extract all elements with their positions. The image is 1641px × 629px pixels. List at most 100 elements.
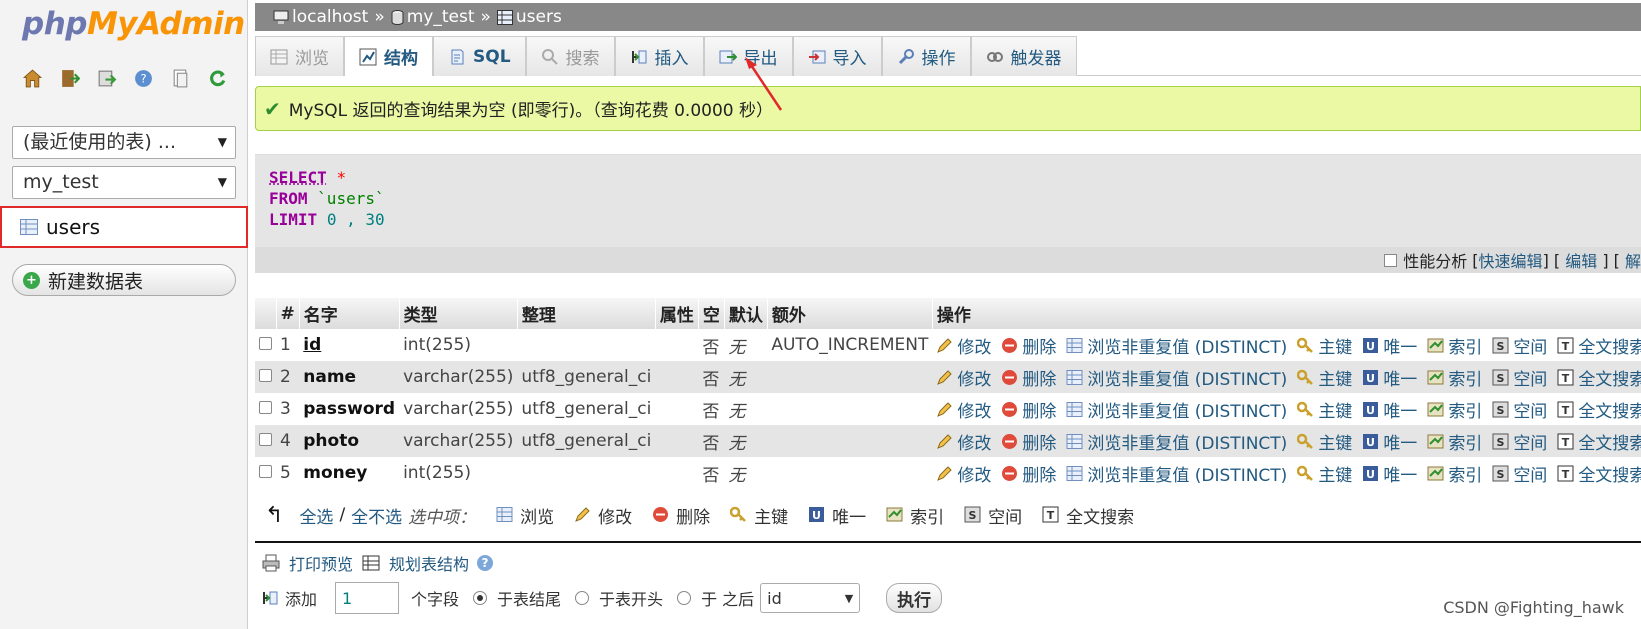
breadcrumb-table[interactable]: users	[496, 7, 562, 27]
tab-triggers[interactable]: 触发器	[970, 36, 1077, 76]
breadcrumb-database[interactable]: my_test	[391, 7, 475, 27]
at-end-radio[interactable]	[473, 591, 488, 605]
header-null[interactable]: 空	[698, 298, 725, 329]
after-column-select[interactable]: id ▼	[760, 583, 861, 613]
action-index[interactable]: 索引	[1427, 397, 1482, 422]
action-unique[interactable]: U 唯一	[1362, 333, 1417, 358]
reload-icon[interactable]	[205, 66, 229, 90]
action-fulltext[interactable]: T 全文搜索	[1557, 461, 1641, 486]
spatial-icon: S	[1492, 433, 1509, 450]
action-browse-distinct[interactable]: 浏览非重复值 (DISTINCT)	[1066, 397, 1287, 422]
action-unique[interactable]: U 唯一	[1362, 397, 1417, 422]
action-unique[interactable]: U 唯一	[1362, 365, 1417, 390]
action-change[interactable]: 修改	[936, 333, 991, 358]
action-spatial[interactable]: S 空间	[1492, 429, 1547, 454]
at-beginning-radio[interactable]	[575, 591, 590, 605]
action-primary[interactable]: 主键	[1297, 333, 1352, 358]
action-fulltext[interactable]: T 全文搜索	[1557, 333, 1641, 358]
exit-icon[interactable]	[57, 66, 81, 90]
action-fulltext[interactable]: T 全文搜索	[1557, 365, 1641, 390]
action-drop[interactable]: 删除	[1001, 365, 1056, 390]
home-icon[interactable]	[20, 66, 44, 90]
action-drop[interactable]: 删除	[1001, 397, 1056, 422]
action-drop[interactable]: 删除	[1001, 333, 1056, 358]
action-fulltext[interactable]: T 全文搜索	[1557, 397, 1641, 422]
after-column-radio[interactable]	[677, 591, 692, 605]
row-checkbox[interactable]	[259, 369, 272, 382]
docs-icon[interactable]	[168, 66, 192, 90]
profiling-checkbox[interactable]	[1384, 253, 1398, 267]
action-primary[interactable]: 主键	[1297, 397, 1352, 422]
action-browse-distinct[interactable]: 浏览非重复值 (DISTINCT)	[1066, 461, 1287, 486]
header-collation[interactable]: 整理	[517, 298, 656, 329]
plus-icon: +	[23, 271, 40, 289]
bulk-index-button[interactable]: 索引	[886, 503, 944, 528]
action-unique[interactable]: U 唯一	[1362, 429, 1417, 454]
action-fulltext[interactable]: T 全文搜索	[1557, 429, 1641, 454]
action-drop[interactable]: 删除	[1001, 461, 1056, 486]
uncheck-all-link[interactable]: 全不选	[351, 503, 402, 528]
bulk-unique-button[interactable]: U 唯一	[808, 503, 866, 528]
action-primary[interactable]: 主键	[1297, 429, 1352, 454]
phpmyadmin-logo[interactable]: phpMyAdmin	[22, 6, 245, 42]
tab-structure[interactable]: 结构	[344, 36, 433, 76]
sql-icon	[448, 48, 466, 66]
row-checkbox[interactable]	[259, 337, 272, 350]
action-change[interactable]: 修改	[936, 429, 991, 454]
explain-link[interactable]: 解	[1625, 248, 1641, 272]
sql-query-icon[interactable]	[94, 66, 118, 90]
database-select[interactable]: my_test ▼	[12, 166, 236, 199]
action-drop[interactable]: 删除	[1001, 429, 1056, 454]
tab-insert[interactable]: 插入	[614, 36, 704, 76]
go-button[interactable]: 执行	[886, 583, 943, 613]
breadcrumb-server[interactable]: localhost	[273, 7, 368, 27]
action-primary[interactable]: 主键	[1297, 461, 1352, 486]
recent-tables-select[interactable]: (最近使用的表) ... ▼	[12, 126, 236, 159]
tab-import[interactable]: 导入	[792, 36, 882, 76]
row-checkbox[interactable]	[259, 401, 272, 414]
header-default[interactable]: 默认	[724, 298, 768, 329]
header-extra[interactable]: 额外	[767, 298, 933, 329]
bulk-drop-button[interactable]: 删除	[652, 503, 710, 528]
propose-structure-link[interactable]: 规划表结构	[389, 551, 469, 575]
tab-browse[interactable]: 浏览	[255, 36, 344, 76]
print-view-link[interactable]: 打印预览	[289, 551, 353, 575]
action-index[interactable]: 索引	[1427, 461, 1482, 486]
bulk-fulltext-button[interactable]: T 全文搜索	[1042, 503, 1134, 528]
action-unique[interactable]: U 唯一	[1362, 461, 1417, 486]
header-name[interactable]: 名字	[299, 298, 400, 329]
header-type[interactable]: 类型	[399, 298, 518, 329]
bulk-spatial-button[interactable]: S 空间	[964, 503, 1022, 528]
action-spatial[interactable]: S 空间	[1492, 397, 1547, 422]
action-browse-distinct[interactable]: 浏览非重复值 (DISTINCT)	[1066, 333, 1287, 358]
edit-link[interactable]: 编辑	[1565, 248, 1597, 272]
column-count-input[interactable]	[335, 582, 400, 614]
check-all-link[interactable]: 全选	[299, 503, 333, 528]
new-table-button[interactable]: + 新建数据表	[12, 264, 236, 296]
tab-search[interactable]: 搜索	[525, 36, 615, 76]
action-index[interactable]: 索引	[1427, 429, 1482, 454]
help-icon[interactable]: ?	[131, 66, 155, 90]
action-index[interactable]: 索引	[1427, 333, 1482, 358]
row-checkbox[interactable]	[259, 465, 272, 478]
action-change[interactable]: 修改	[936, 461, 991, 486]
action-browse-distinct[interactable]: 浏览非重复值 (DISTINCT)	[1066, 365, 1287, 390]
action-change[interactable]: 修改	[936, 397, 991, 422]
action-browse-distinct[interactable]: 浏览非重复值 (DISTINCT)	[1066, 429, 1287, 454]
action-spatial[interactable]: S 空间	[1492, 461, 1547, 486]
tab-operations[interactable]: 操作	[881, 36, 971, 76]
row-checkbox[interactable]	[259, 433, 272, 446]
action-spatial[interactable]: S 空间	[1492, 365, 1547, 390]
bulk-browse-button[interactable]: 浏览	[496, 503, 554, 528]
tab-sql[interactable]: SQL	[433, 36, 526, 76]
inline-edit-link[interactable]: 快速编辑	[1479, 248, 1543, 272]
action-primary[interactable]: 主键	[1297, 365, 1352, 390]
bulk-primary-button[interactable]: 主键	[730, 503, 788, 528]
bulk-change-button[interactable]: 修改	[574, 503, 632, 528]
action-index[interactable]: 索引	[1427, 365, 1482, 390]
action-change[interactable]: 修改	[936, 365, 991, 390]
nav-table-users[interactable]: users	[0, 206, 248, 248]
help-icon[interactable]: ?	[477, 555, 494, 571]
action-spatial[interactable]: S 空间	[1492, 333, 1547, 358]
header-attributes[interactable]: 属性	[655, 298, 699, 329]
